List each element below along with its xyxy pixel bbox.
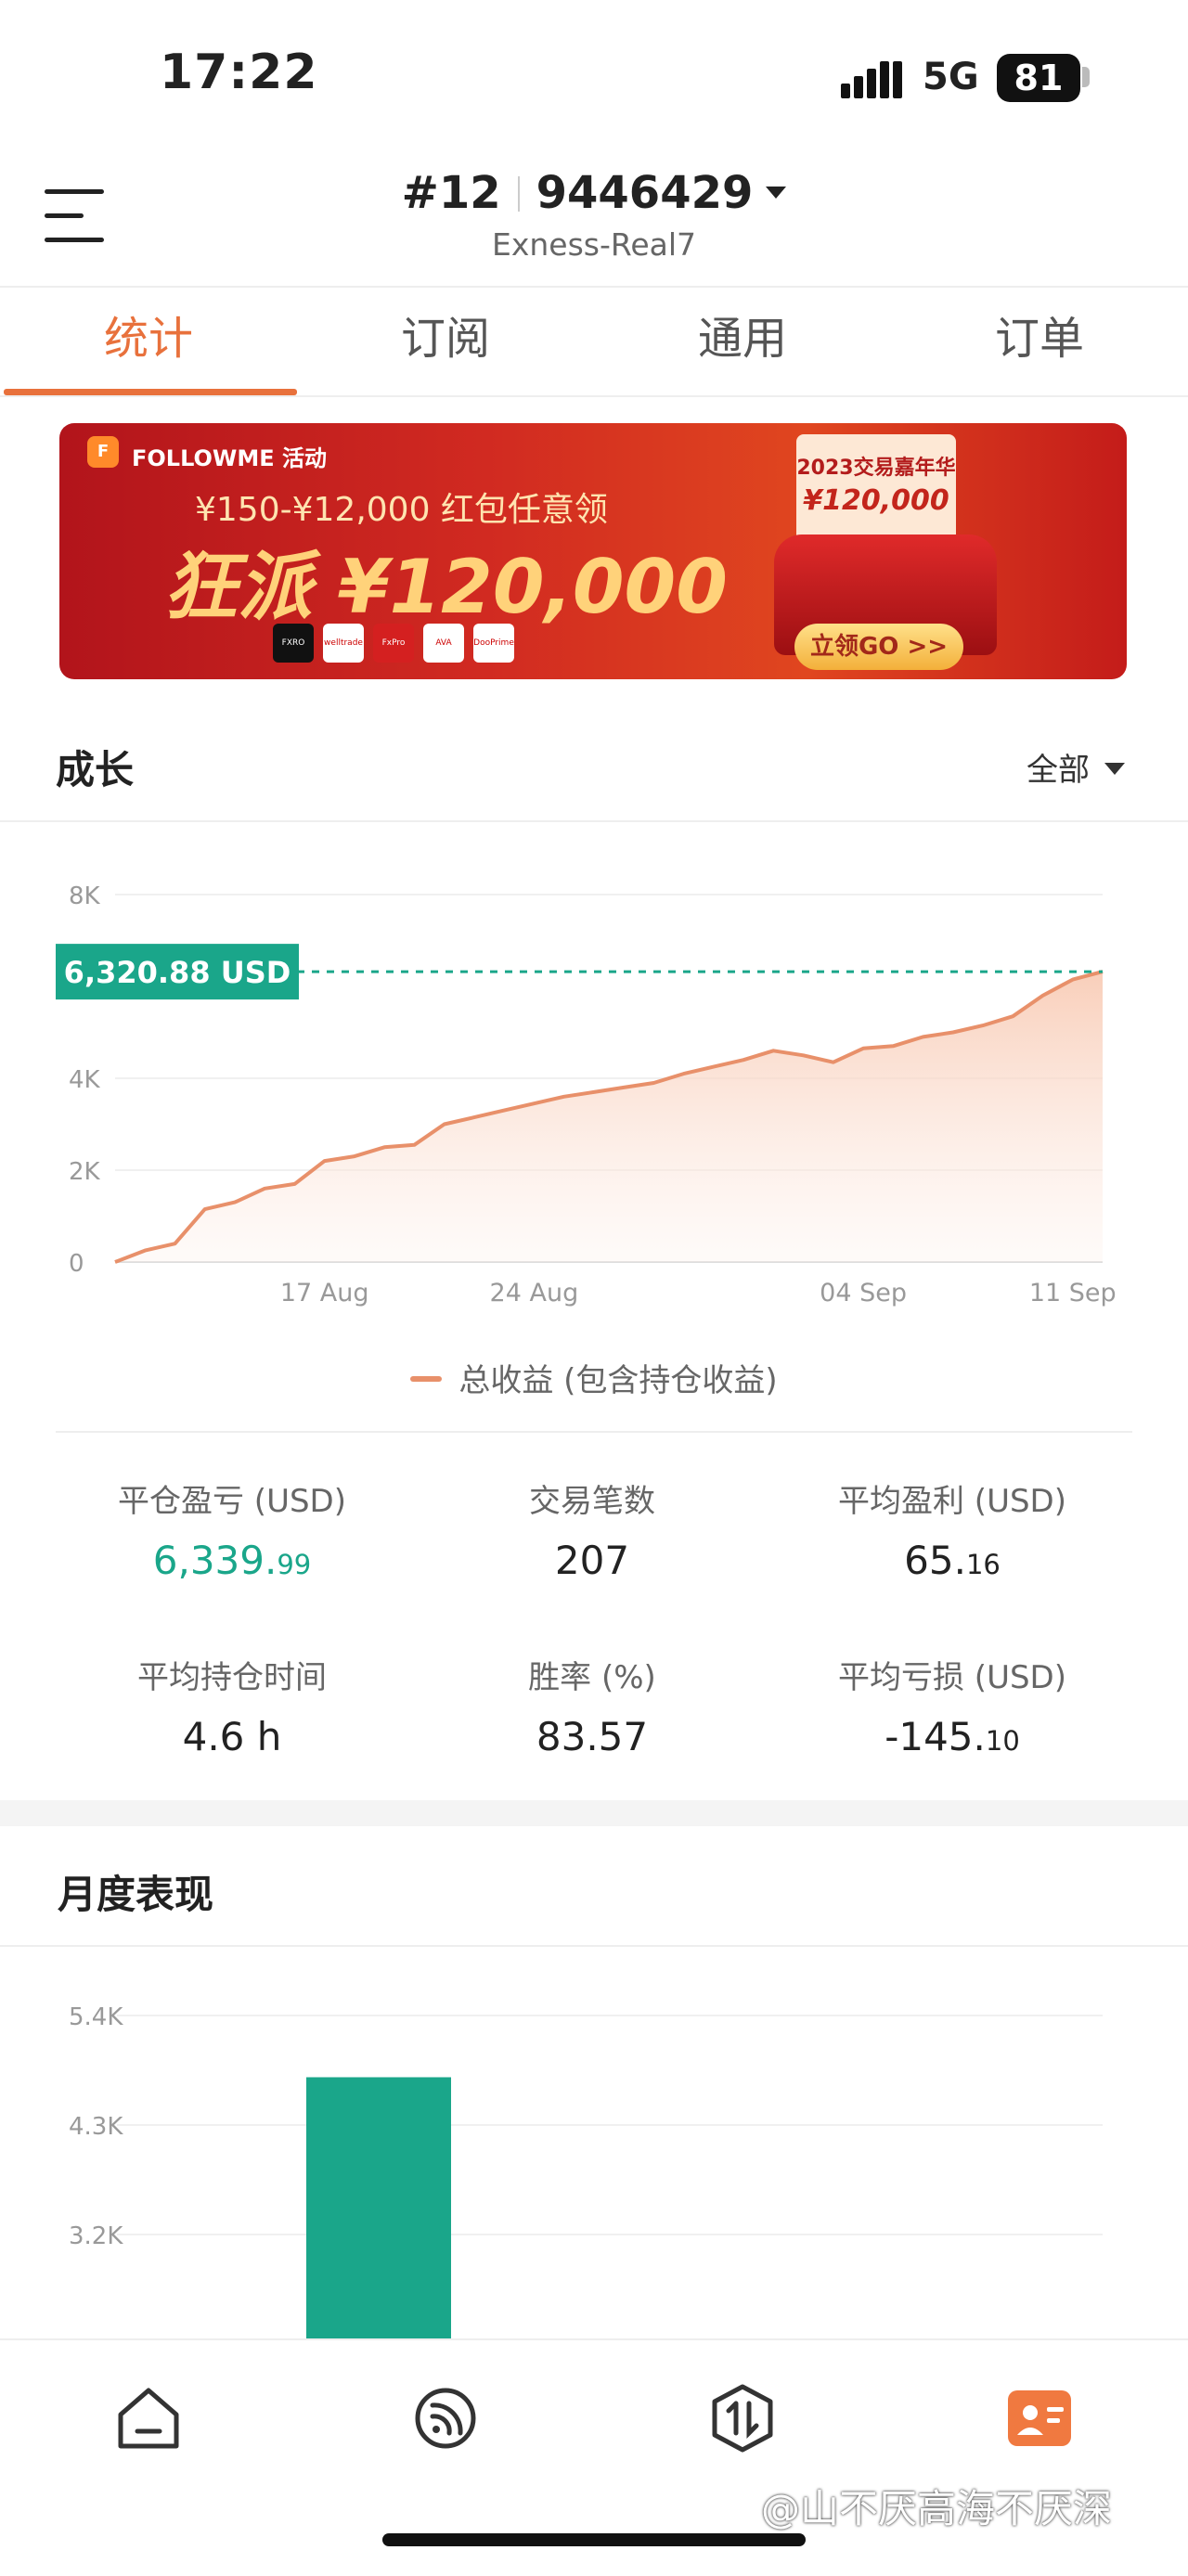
growth-chart: 0 2K 4K 8K 6,320.88 USD 17 Aug 24 Aug 04 Sep 11 … xyxy=(56,882,1117,1307)
banner-amount: 狂派 ¥120,000 xyxy=(163,544,728,630)
tabs-divider xyxy=(0,395,1188,397)
legend-label: 总收益 (包含持仓收益) xyxy=(458,1362,778,1399)
partner-logo: FXRO xyxy=(273,624,314,663)
x-tick-label: 24 Aug xyxy=(490,1279,579,1307)
followme-logo-icon: F xyxy=(87,436,119,468)
y-tick-label: 4K xyxy=(69,1066,101,1094)
growth-divider xyxy=(0,820,1188,822)
banner-card-amount: ¥120,000 xyxy=(803,484,949,517)
home-icon[interactable] xyxy=(111,2381,186,2455)
partner-logo: welltrade xyxy=(323,624,364,663)
y-tick-label: 0 xyxy=(69,1250,84,1278)
account-id: 9446429 xyxy=(536,167,754,219)
monthly-chart: 3.2K 4.3K 5.4K xyxy=(69,2003,1103,2338)
x-tick-label: 11 Sep xyxy=(1029,1279,1117,1307)
legend-swatch xyxy=(410,1376,443,1382)
network-label: 5G xyxy=(923,56,979,98)
range-filter-label: 全部 xyxy=(1027,752,1090,789)
partner-logo: AVA xyxy=(423,624,464,663)
caret-down-icon xyxy=(1104,763,1125,775)
y-tick-label: 2K xyxy=(69,1158,101,1186)
monthly-divider xyxy=(0,1945,1188,1947)
stat-avg-profit: 平均盈利 (USD) 65.16 xyxy=(757,1475,1147,1583)
y-tick-label: 3.2K xyxy=(69,2222,123,2250)
stat-value: 83.57 xyxy=(536,1714,649,1759)
x-tick-label: 04 Sep xyxy=(820,1279,907,1307)
stat-value: 4.6 h xyxy=(182,1714,282,1759)
account-selector[interactable]: #12 9446429 xyxy=(0,167,1188,219)
partner-logo: FxPro xyxy=(373,624,414,663)
tab-statistics[interactable]: 统计 xyxy=(0,288,297,395)
stat-avg-loss: 平均亏损 (USD) -145.10 xyxy=(757,1652,1147,1759)
monthly-title: 月度表现 xyxy=(58,1872,214,1917)
trade-icon[interactable] xyxy=(705,2381,780,2455)
chart-legend: 总收益 (包含持仓收益) xyxy=(0,1355,1188,1400)
promo-banner[interactable]: F FOLLOWME 活动 ¥150-¥12,000 红包任意领 狂派 ¥120… xyxy=(59,423,1127,679)
stat-win-rate: 胜率 (%) 83.57 xyxy=(397,1652,787,1759)
y-tick-label: 5.4K xyxy=(69,2003,123,2031)
partner-logos: FXRO welltrade FxPro AVA DooPrime xyxy=(273,624,514,663)
battery-icon: 81 xyxy=(997,54,1080,102)
stat-avg-hold: 平均持仓时间 4.6 h xyxy=(37,1652,427,1759)
banner-headline: ¥150-¥12,000 红包任意领 xyxy=(195,491,608,529)
y-tick-label: 8K xyxy=(69,882,101,910)
stats-divider xyxy=(56,1431,1132,1433)
account-separator xyxy=(517,176,520,212)
profile-card-icon[interactable] xyxy=(1002,2381,1077,2455)
section-gap xyxy=(0,1800,1188,1826)
stat-label: 平仓盈亏 (USD) xyxy=(118,1483,346,1520)
tab-orders[interactable]: 订单 xyxy=(891,288,1188,395)
stat-value: 207 xyxy=(554,1538,630,1583)
stat-value: -145.10 xyxy=(885,1714,1020,1759)
stat-trades: 交易笔数 207 xyxy=(397,1475,787,1583)
watermark: @山不厌高海不厌深 xyxy=(761,2486,1113,2531)
banner-card-title: 2023交易嘉年华 xyxy=(796,457,956,480)
feed-icon[interactable] xyxy=(408,2381,483,2455)
banner-brand: FOLLOWME 活动 xyxy=(132,445,328,471)
area-fill xyxy=(115,972,1103,1262)
y-tick-label: 4.3K xyxy=(69,2113,123,2141)
bar xyxy=(306,2077,451,2338)
battery-tip xyxy=(1082,67,1090,87)
stat-label: 胜率 (%) xyxy=(528,1659,656,1696)
server-name: Exness-Real7 xyxy=(491,226,697,263)
signal-icon xyxy=(841,61,902,98)
partner-logo: DooPrime xyxy=(473,624,514,663)
stat-label: 平均亏损 (USD) xyxy=(838,1659,1066,1696)
x-tick-label: 17 Aug xyxy=(280,1279,369,1307)
current-value-label: 6,320.88 USD xyxy=(64,955,291,990)
stat-closed-pl: 平仓盈亏 (USD) 6,339.99 xyxy=(37,1475,427,1583)
status-time: 17:22 xyxy=(160,45,318,100)
account-prefix: #12 xyxy=(401,167,501,219)
tab-bar: 统计 订阅 通用 订单 xyxy=(0,288,1188,395)
stat-value: 6,339.99 xyxy=(152,1538,312,1583)
stat-label: 平均持仓时间 xyxy=(137,1659,327,1696)
tab-general[interactable]: 通用 xyxy=(594,288,891,395)
banner-cta-button[interactable]: 立领GO >> xyxy=(794,624,963,670)
tab-subscribe[interactable]: 订阅 xyxy=(297,288,594,395)
growth-title: 成长 xyxy=(56,747,135,792)
stat-label: 平均盈利 (USD) xyxy=(838,1483,1066,1520)
home-indicator[interactable] xyxy=(382,2533,806,2546)
stat-value: 65.16 xyxy=(904,1538,1001,1583)
range-filter[interactable]: 全部 xyxy=(1027,744,1125,790)
stat-label: 交易笔数 xyxy=(529,1483,655,1520)
caret-down-icon xyxy=(766,187,787,199)
